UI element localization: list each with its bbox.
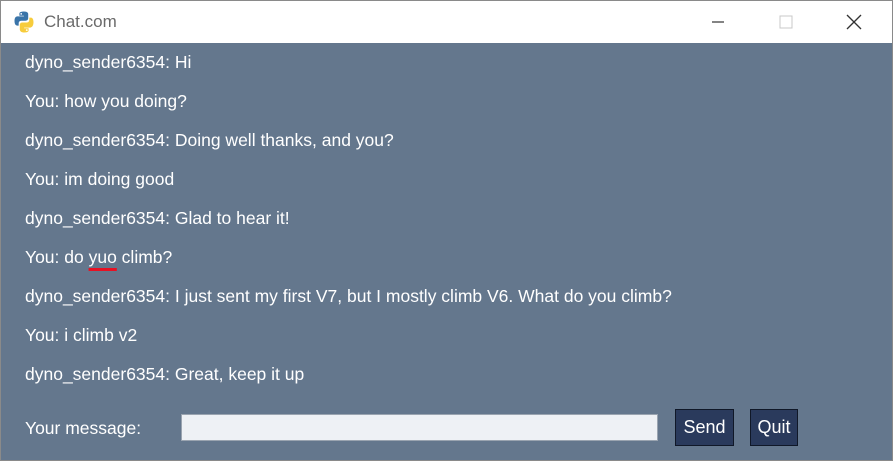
- message-line: You: how you doing?: [25, 91, 187, 111]
- message-line: dyno_sender6354: Glad to hear it!: [25, 208, 290, 228]
- send-button[interactable]: Send: [675, 409, 734, 446]
- message-log: dyno_sender6354: Hi You: how you doing? …: [25, 43, 885, 394]
- maximize-icon: [779, 15, 793, 29]
- message-input[interactable]: [181, 414, 658, 441]
- message-text: You: do: [25, 247, 89, 267]
- message-line: You: i climb v2: [25, 325, 138, 345]
- minimize-button[interactable]: [684, 1, 752, 43]
- message-line: You: do yuo climb?: [25, 238, 885, 277]
- window-title: Chat.com: [44, 12, 117, 31]
- message-line: You: im doing good: [25, 169, 175, 189]
- title-bar[interactable]: Chat.com: [1, 1, 892, 43]
- misspelled-word[interactable]: yuo: [89, 247, 117, 267]
- message-line: dyno_sender6354: Hi: [25, 52, 192, 72]
- message-input-label: Your message:: [25, 418, 142, 438]
- message-line: dyno_sender6354: I just sent my first V7…: [25, 286, 672, 306]
- message-line: dyno_sender6354: Doing well thanks, and …: [25, 130, 394, 150]
- message-line: dyno_sender6354: Great, keep it up: [25, 364, 305, 384]
- close-button[interactable]: [820, 1, 888, 43]
- quit-button[interactable]: Quit: [750, 409, 798, 446]
- maximize-button[interactable]: [752, 1, 820, 43]
- message-text: climb?: [116, 247, 173, 267]
- python-logo-icon: [14, 11, 34, 33]
- close-icon: [846, 14, 862, 30]
- chat-window: Chat.com dyno_sender6354: Hi You: how yo…: [0, 0, 893, 461]
- minimize-icon: [712, 21, 724, 23]
